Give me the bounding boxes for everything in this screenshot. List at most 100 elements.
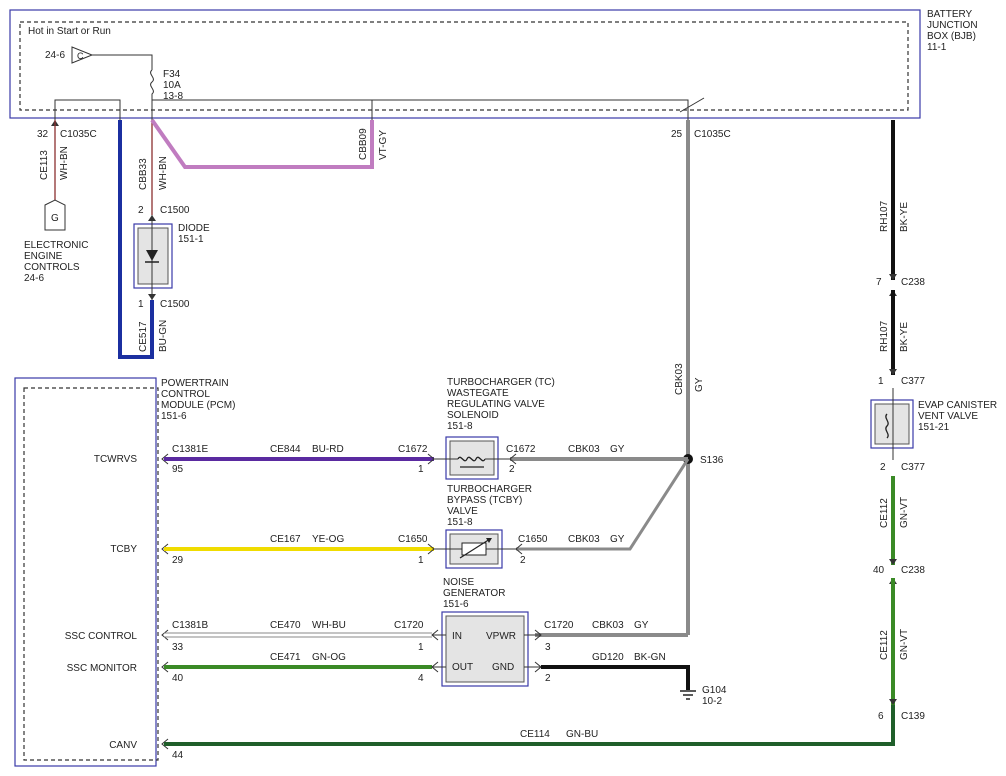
wiring-diagram: Hot in Start or Run BATTERY JUNCTION BOX…: [9, 9, 997, 767]
pcm-label-1: POWERTRAIN: [161, 378, 229, 389]
tcby-circuit: 29 CE167 YE-OG C1650 1 TURBOCHARGER BYPA…: [161, 484, 625, 569]
ce470-circuit: CE470: [270, 620, 301, 631]
noise-ref: 151-6: [443, 599, 469, 610]
battery-junction-box: Hot in Start or Run BATTERY JUNCTION BOX…: [9, 9, 978, 119]
bjb-inner-frame: [19, 21, 909, 111]
c1720-out-connector: C1720: [544, 620, 574, 631]
wastegate-label-4: SOLENOID: [447, 410, 499, 421]
ssc-control-pcm-connector: C1381B: [172, 620, 208, 631]
cbk03-noise-color: GY: [634, 620, 649, 631]
cbk03-color: GY: [694, 377, 705, 392]
diode-label: DIODE: [178, 223, 210, 234]
bjb-ref: 11-1: [927, 42, 947, 53]
pcm-label-2: CONTROL: [161, 389, 210, 400]
rh107-circuit-lower: RH107: [879, 320, 890, 352]
wastegate-label-3: REGULATING VALVE: [447, 399, 545, 410]
noise-label-1: NOISE: [443, 577, 474, 588]
ce470-color: WH-BU: [312, 620, 346, 631]
pcm-frame: [14, 377, 157, 767]
ce113-color: WH-BN: [59, 146, 70, 180]
cbk03-circuit: CBK03: [674, 363, 685, 395]
diode-ref: 151-1: [178, 234, 204, 245]
c139-connector: C139: [901, 711, 925, 722]
ssc-monitor-pcm-pin: 40: [172, 673, 184, 684]
gd120-wire: [541, 665, 690, 690]
splice-label: S136: [700, 455, 724, 466]
c1672-in-pin: 1: [418, 464, 424, 475]
cbb09-circuit: CBB09 VT-GY: [150, 118, 389, 169]
ce844-circuit: CE844: [270, 444, 301, 455]
cbk03-wastegate-circuit: CBK03: [568, 444, 600, 455]
c377-in-connector: C377: [901, 376, 925, 387]
c1720-in-connector: C1720: [394, 620, 424, 631]
pin-arrow-icon: [889, 699, 897, 705]
ce167-circuit: CE167: [270, 534, 301, 545]
wastegate-label-1: TURBOCHARGER (TC): [447, 377, 555, 388]
c1672-out-connector: C1672: [506, 444, 536, 455]
evap-ref: 151-21: [918, 422, 950, 433]
noise-vpwr-label: VPWR: [486, 631, 516, 642]
cbb09-circuit-label: CBB09: [358, 128, 369, 160]
pin-chevron-icon: [161, 629, 169, 641]
wastegate-body: [449, 440, 495, 476]
c1035c-pin: 25: [671, 129, 683, 140]
gd120-circuit: GD120: [592, 652, 624, 663]
c1035c-connector: C1035C: [694, 129, 731, 140]
canv-pcm-pin: 44: [172, 750, 184, 761]
eec-ref: 24-6: [24, 273, 44, 284]
noise-label-2: GENERATOR: [443, 588, 505, 599]
c139-pin: 6: [878, 711, 884, 722]
tcwrvs-pcm-connector: C1381E: [172, 444, 208, 455]
bypass-label-2: BYPASS (TCBY): [447, 495, 522, 506]
pcm-label-3: MODULE (PCM): [161, 400, 235, 411]
bjb-title-1: BATTERY: [927, 9, 973, 20]
fuse-feed: 24-6 C F34 10A 13-8: [45, 46, 183, 120]
cbb09-wire: [150, 118, 374, 169]
bypass-label-3: VALVE: [447, 506, 478, 517]
ce844-color: BU-RD: [312, 444, 344, 455]
bjb-internal-link-vtgy: [152, 99, 373, 120]
c1650-out-connector: C1650: [518, 534, 548, 545]
noise-in-label: IN: [452, 631, 462, 642]
c238-rh-pin: 7: [876, 277, 882, 288]
rh107-circuit-upper: RH107: [879, 200, 890, 232]
c238-ce-connector: C238: [901, 565, 925, 576]
pcm-pin-tcby: TCBY: [110, 544, 137, 555]
ce112-color-lower: GN-VT: [899, 629, 910, 660]
c1720-in-pin: 1: [418, 642, 424, 653]
cbk03-tcby-circuit: CBK03: [568, 534, 600, 545]
fuse-name: F34: [163, 69, 181, 80]
tcwrvs-pcm-pin: 95: [172, 464, 184, 475]
cbk03-tcby-color: GY: [610, 534, 625, 545]
bypass-label-1: TURBOCHARGER: [447, 484, 532, 495]
c377-out-pin: 2: [880, 462, 886, 473]
pin-arrow-icon: [889, 274, 897, 280]
fuse-feed-pin: C: [77, 51, 84, 61]
diode-top-connector: C1500: [160, 205, 190, 216]
cbk03-noise-circuit: CBK03: [592, 620, 624, 631]
eec-label-2: ENGINE: [24, 251, 63, 262]
fuse-feed-ref: 24-6: [45, 50, 65, 61]
gd120-color: BK-GN: [634, 652, 666, 663]
pin-arrow-icon: [889, 559, 897, 565]
ce517-color: BU-GN: [158, 320, 169, 352]
c1720-out-pin: 3: [545, 642, 551, 653]
eec-connector: C1035C: [60, 129, 97, 140]
cbb33-color: WH-BN: [158, 156, 169, 190]
ground-ref: 10-2: [702, 696, 722, 707]
pcm-pin-ssc-monitor: SSC MONITOR: [67, 663, 137, 674]
ssc-monitor-circuit: 40 CE471 GN-OG 4 2 GD120 BK-GN G104 10-2: [161, 652, 727, 707]
rh107-color-upper: BK-YE: [899, 202, 910, 232]
bjb-title-2: JUNCTION: [927, 20, 978, 31]
c377-in-pin: 1: [878, 376, 884, 387]
wastegate-ref: 151-8: [447, 421, 473, 432]
ground-name: G104: [702, 685, 727, 696]
c238-rh-connector: C238: [901, 277, 925, 288]
wastegate-label-2: WASTEGATE: [447, 388, 509, 399]
eec-circuit: 32 C1035C CE113 WH-BN G ELECTRONIC ENGIN…: [24, 120, 97, 284]
evap-circuit: RH107 BK-YE 7 C238 RH107 BK-YE 1 C377 EV…: [870, 120, 997, 722]
pin-arrow-icon: [148, 294, 156, 300]
fuse-feed-wire: [92, 54, 153, 70]
ce167-color: YE-OG: [312, 534, 344, 545]
gnd-pin: 2: [545, 673, 551, 684]
